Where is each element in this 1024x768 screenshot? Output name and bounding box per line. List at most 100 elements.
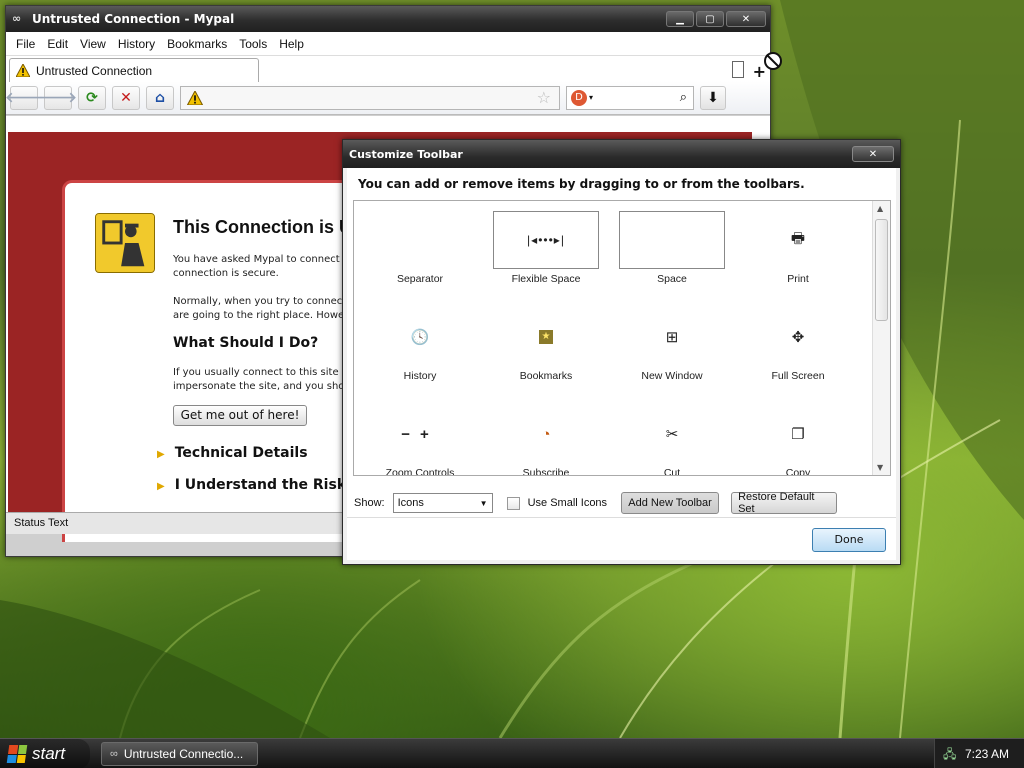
add-new-toolbar-button[interactable]: Add New Toolbar [621, 492, 720, 514]
dialog-title: Customize Toolbar [349, 147, 463, 161]
menu-file[interactable]: File [10, 37, 41, 51]
technical-details-expander[interactable]: ▶ Technical Details [157, 445, 308, 461]
browser-titlebar[interactable]: ∞ Untrusted Connection - Mypal ▁ ▢ ✕ [6, 6, 770, 32]
palette-scrollbar[interactable]: ▲ ▼ [872, 201, 890, 475]
home-button[interactable]: ⌂ [146, 85, 174, 110]
menu-bookmarks[interactable]: Bookmarks [161, 37, 233, 51]
tab-untrusted-connection[interactable]: Untrusted Connection [9, 58, 259, 82]
dialog-body: You can add or remove items by dragging … [347, 168, 896, 560]
close-window-button[interactable]: ✕ [726, 11, 766, 27]
new-window-icon: ⊞ [665, 329, 679, 346]
tab-list-button[interactable] [732, 61, 744, 78]
history-icon: 🕓 [410, 329, 430, 346]
restore-default-set-button[interactable]: Restore Default Set [731, 491, 838, 515]
palette-item-label: Bookmarks [519, 370, 573, 382]
palette-item-label: Cut [663, 467, 681, 476]
maximize-button[interactable]: ▢ [696, 11, 724, 27]
show-label: Show: [354, 497, 385, 509]
palette-item-subscribe[interactable]: ◔ Subscribe [483, 405, 609, 476]
scroll-up-icon[interactable]: ▲ [877, 204, 883, 213]
use-small-icons-checkbox[interactable] [506, 496, 520, 510]
palette-item-new-window[interactable]: ⊞ New Window [609, 308, 735, 382]
back-button[interactable]: 🡐 [5, 85, 43, 110]
taskbar-item-label: Untrusted Connectio... [123, 747, 244, 761]
dialog-close-button[interactable]: ✕ [852, 146, 894, 162]
separator-icon [357, 211, 483, 269]
use-small-icons-label[interactable]: Use Small Icons [528, 497, 607, 509]
palette-item-label: Space [657, 273, 687, 285]
network-icon[interactable]: 🖧 [943, 747, 957, 761]
windows-logo-icon [6, 745, 28, 763]
dialog-instructions: You can add or remove items by dragging … [358, 177, 805, 191]
reload-button[interactable]: ⟳ [78, 85, 106, 110]
palette-item-label: Copy [785, 467, 811, 476]
palette-item-label: History [403, 370, 437, 382]
dialog-titlebar[interactable]: Customize Toolbar ✕ [343, 140, 900, 168]
done-button[interactable]: Done [812, 528, 886, 552]
clock[interactable]: 7:23 AM [965, 747, 1009, 761]
forward-arrow-icon: 🡒 [39, 90, 77, 106]
site-warning-icon [187, 90, 203, 105]
stop-button[interactable]: ✕ [112, 85, 140, 110]
search-icon[interactable]: ⌕ [680, 90, 687, 105]
flexible-space-icon: |◂•••▸| [493, 211, 599, 269]
palette-item-bookmarks[interactable]: ★ Bookmarks [483, 308, 609, 382]
palette-item-print[interactable]: 🖶 Print [735, 211, 861, 286]
start-button[interactable]: start [0, 739, 90, 768]
browser-title: Untrusted Connection - Mypal [32, 12, 235, 26]
menu-view[interactable]: View [74, 37, 112, 51]
minimize-button[interactable]: ▁ [666, 11, 694, 27]
understand-risks-expander[interactable]: ▶ I Understand the Risks [157, 477, 354, 493]
certificate-officer-icon [95, 213, 155, 273]
window-controls: ▁ ▢ ✕ [666, 11, 766, 27]
bookmarks-icon: ★ [483, 308, 609, 366]
palette-item-label: Subscribe [522, 467, 570, 476]
full-screen-icon: ✥ [791, 329, 805, 346]
palette-item-label: Flexible Space [511, 273, 581, 285]
toolbar-items-palette: Separator |◂•••▸| Flexible Space Space 🖶… [353, 200, 891, 476]
mypal-app-icon: ∞ [12, 12, 22, 25]
cut-icon: ✂ [665, 426, 679, 443]
zoom-controls-icon: −+ [401, 425, 439, 443]
what-should-i-do-heading: What Should I Do? [173, 335, 319, 351]
search-bar[interactable]: D ▾ ⌕ [566, 85, 694, 110]
expand-arrow-icon: ▶ [157, 481, 165, 492]
palette-item-full-screen[interactable]: ✥ Full Screen [735, 308, 861, 382]
palette-item-label: Separator [396, 273, 444, 285]
forward-button[interactable]: 🡒 [39, 85, 77, 110]
palette-item-label: Full Screen [771, 370, 825, 382]
palette-item-zoom-controls[interactable]: −+ Zoom Controls [357, 405, 483, 476]
palette-item-flexible-space[interactable]: |◂•••▸| Flexible Space [483, 211, 609, 285]
bookmark-star-icon[interactable]: ☆ [537, 88, 551, 107]
show-options-row: Show: Icons ▼ Use Small Icons Add New To… [354, 491, 838, 515]
menu-tools[interactable]: Tools [233, 37, 273, 51]
error-paragraph-1-line-1: You have asked Mypal to connect se [173, 254, 353, 265]
search-engine-dropdown-icon[interactable]: ▾ [589, 93, 593, 102]
scroll-thumb[interactable] [875, 219, 888, 321]
url-bar[interactable]: ☆ [180, 85, 560, 110]
palette-item-label: Zoom Controls [385, 467, 455, 476]
taskbar-item-browser[interactable]: ∞ Untrusted Connectio... [101, 742, 258, 766]
dialog-divider [347, 517, 896, 518]
palette-item-history[interactable]: 🕓 History [357, 308, 483, 382]
unavailable-cursor-icon [764, 52, 782, 70]
warning-icon [16, 64, 30, 77]
reload-icon: ⟳ [86, 89, 98, 106]
downloads-button[interactable]: ⬇ [700, 85, 726, 110]
error-paragraph-1-line-2: connection is secure. [173, 268, 279, 279]
tab-label: Untrusted Connection [36, 63, 153, 78]
palette-item-cut[interactable]: ✂ Cut [609, 405, 735, 476]
start-label: start [32, 744, 66, 763]
menu-edit[interactable]: Edit [41, 37, 74, 51]
menu-help[interactable]: Help [273, 37, 310, 51]
scroll-down-icon[interactable]: ▼ [877, 463, 883, 472]
show-mode-select[interactable]: Icons ▼ [392, 493, 493, 513]
get-me-out-button[interactable]: Get me out of here! [173, 405, 307, 426]
search-engine-icon[interactable]: D [571, 89, 587, 106]
palette-item-separator[interactable]: Separator [357, 211, 483, 285]
palette-item-space[interactable]: Space [609, 211, 735, 285]
home-icon: ⌂ [154, 89, 166, 106]
palette-item-copy[interactable]: ❐ Copy [735, 405, 861, 476]
chevron-down-icon: ▼ [479, 498, 488, 508]
menu-history[interactable]: History [112, 37, 161, 51]
